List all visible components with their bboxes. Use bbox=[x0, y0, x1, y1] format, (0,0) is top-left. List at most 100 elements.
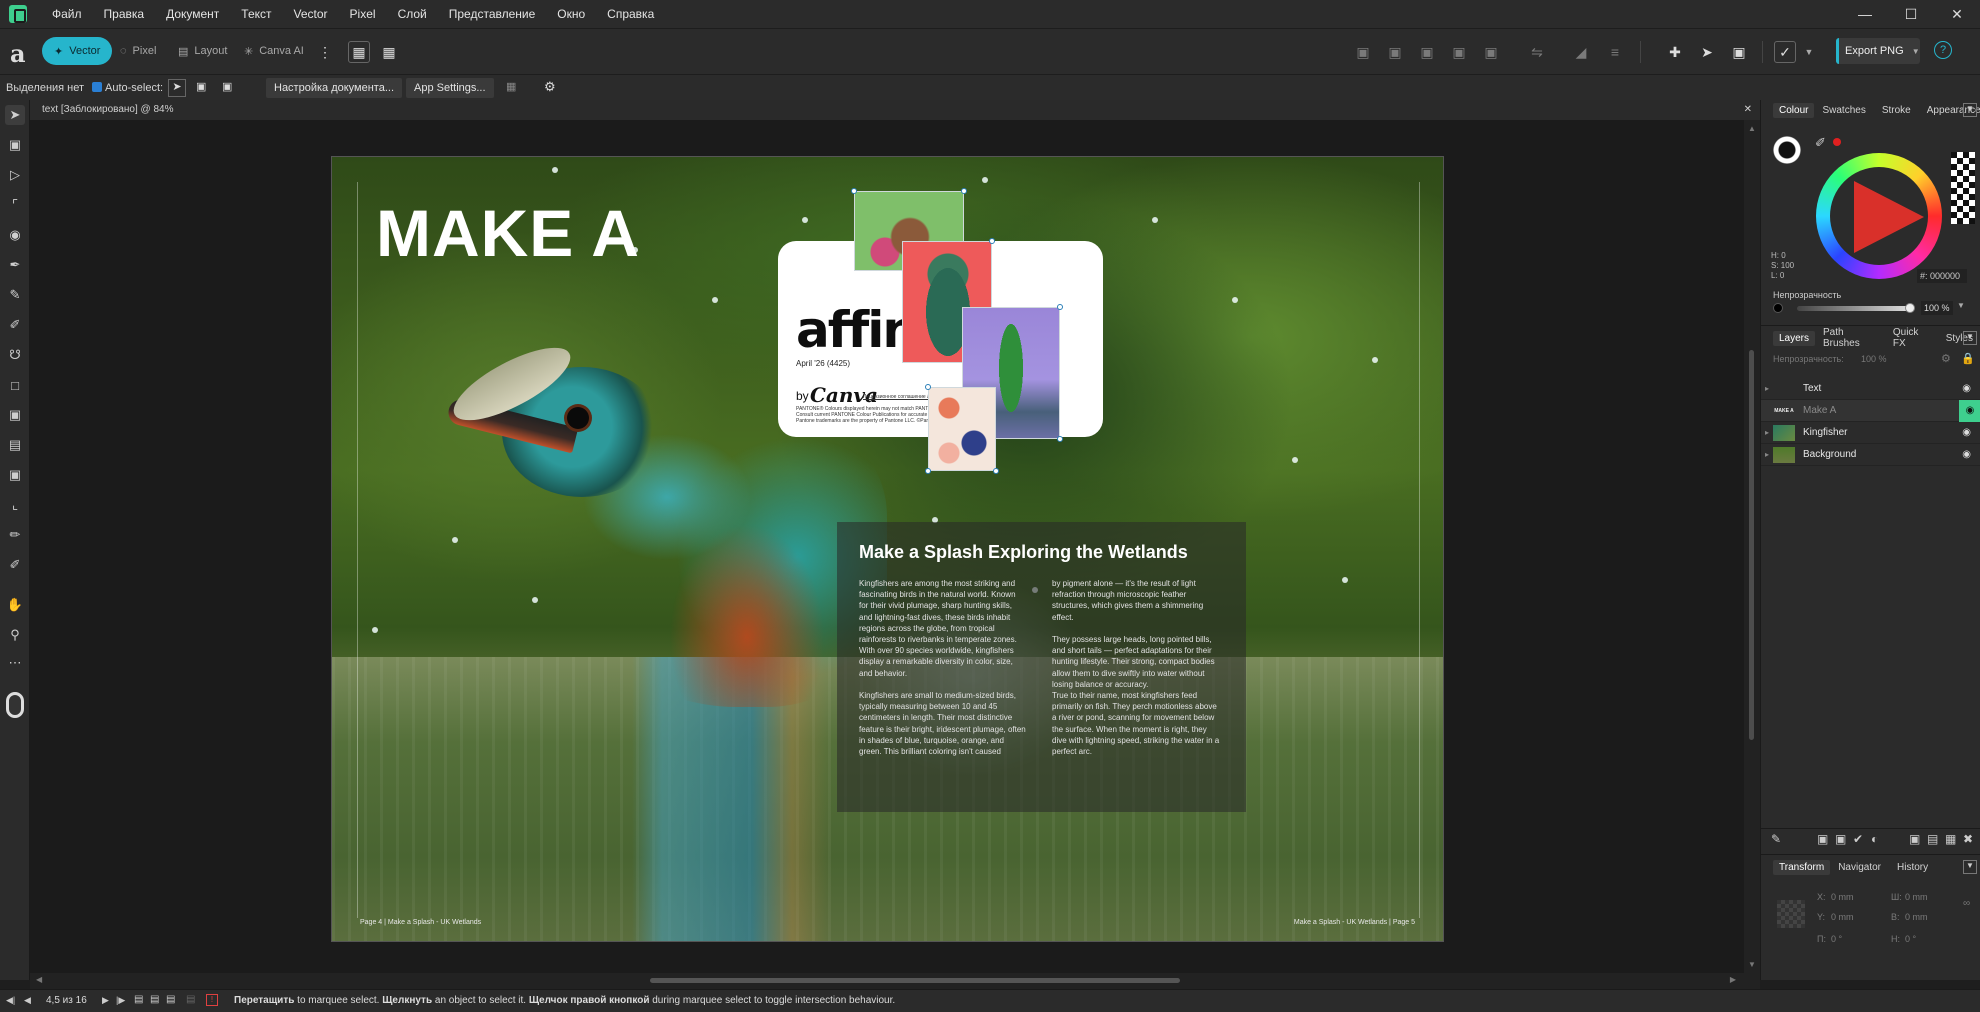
layer-opacity-value[interactable]: 100 % bbox=[1861, 354, 1887, 364]
export-png-button[interactable]: Export PNG ▼ bbox=[1836, 38, 1920, 64]
document-setup-button[interactable]: Настройка документа... bbox=[266, 78, 403, 98]
boolean-subtract-icon[interactable]: ▣ bbox=[1384, 41, 1406, 63]
hex-input[interactable]: #: 000000 bbox=[1917, 269, 1967, 283]
layer-row[interactable]: ▸ Kingfisher ◉ bbox=[1761, 422, 1980, 444]
hsl-colour-wheel[interactable] bbox=[1816, 153, 1942, 279]
adjustment-icon[interactable]: ▣ bbox=[1817, 832, 1828, 846]
chevron-down-icon[interactable]: ▼ bbox=[1957, 301, 1965, 310]
grid-icon[interactable]: ▦ bbox=[378, 41, 400, 63]
page-add-icon[interactable]: ▤ bbox=[134, 994, 143, 1005]
opacity-slider-handle[interactable] bbox=[1905, 303, 1915, 313]
assets-icon[interactable]: ▦ bbox=[348, 41, 370, 63]
panel-menu-icon[interactable]: ▼ bbox=[1963, 331, 1977, 345]
opacity-input[interactable]: 100 % bbox=[1921, 301, 1953, 315]
shear-input[interactable]: 0 ° bbox=[1905, 934, 1916, 948]
pen-tool-icon[interactable]: ✒ bbox=[5, 255, 25, 275]
eyedropper-icon[interactable]: ✐ bbox=[1815, 135, 1826, 151]
tab-transform[interactable]: Transform bbox=[1773, 859, 1831, 875]
menu-edit[interactable]: Правка bbox=[93, 0, 156, 28]
scroll-left-icon[interactable]: ◀ bbox=[36, 975, 42, 984]
corner-tool-icon[interactable]: ⌜ bbox=[5, 195, 25, 215]
selection-handle[interactable] bbox=[925, 468, 931, 474]
help-icon[interactable]: ? bbox=[1934, 41, 1952, 59]
document-tab[interactable]: text [Заблокировано] @ 84% ✕ bbox=[30, 100, 1760, 120]
studio-logo-icon[interactable]: a bbox=[10, 39, 26, 68]
expand-arrow-icon[interactable]: ▸ bbox=[1765, 384, 1769, 393]
tab-swatches[interactable]: Swatches bbox=[1814, 105, 1873, 116]
shape-builder-icon[interactable]: ◉ bbox=[5, 225, 25, 245]
recent-swatches[interactable] bbox=[1951, 152, 1975, 224]
boolean-xor-icon[interactable]: ▣ bbox=[1448, 41, 1470, 63]
selection-handle[interactable] bbox=[851, 188, 857, 194]
more-vertical-icon[interactable]: ⋮ bbox=[314, 41, 336, 63]
expand-arrow-icon[interactable]: ▸ bbox=[1765, 428, 1769, 437]
group-icon[interactable]: ▤ bbox=[1927, 832, 1938, 846]
layer-options-icon[interactable]: ✎ bbox=[1771, 832, 1781, 846]
close-icon[interactable]: ✕ bbox=[1934, 0, 1980, 28]
horizontal-scrollbar[interactable]: ◀ ▶ bbox=[30, 973, 1760, 989]
selection-handle[interactable] bbox=[989, 238, 995, 244]
last-page-icon[interactable]: |▶ bbox=[116, 995, 125, 1006]
menu-layer[interactable]: Слой bbox=[387, 0, 438, 28]
anchor-selector[interactable] bbox=[1777, 900, 1805, 928]
thumbnail-pattern[interactable] bbox=[928, 387, 996, 471]
visibility-eye-icon[interactable]: ◉ bbox=[1962, 427, 1971, 438]
fill-stroke-icon[interactable] bbox=[1773, 136, 1801, 164]
move-tool-icon[interactable]: ➤ bbox=[5, 105, 25, 125]
chevron-down-icon[interactable]: ▼ bbox=[1798, 41, 1820, 63]
headline-make-a[interactable]: MAKE A bbox=[376, 195, 640, 271]
arrange-icon[interactable]: ▣ bbox=[1728, 41, 1750, 63]
tab-stroke[interactable]: Stroke bbox=[1874, 105, 1919, 116]
article-text-frame[interactable]: Make a Splash Exploring the Wetlands Kin… bbox=[837, 522, 1246, 812]
close-document-icon[interactable]: ✕ bbox=[1744, 100, 1752, 120]
selection-handle[interactable] bbox=[925, 384, 931, 390]
node-tool-icon[interactable]: ▷ bbox=[5, 165, 25, 185]
visibility-eye-icon[interactable]: ◉ bbox=[1962, 383, 1971, 394]
zoom-tool-icon[interactable]: ⚲ bbox=[5, 625, 25, 645]
select-mode-icon[interactable]: ➤ bbox=[168, 79, 186, 97]
height-input[interactable]: 0 mm bbox=[1905, 912, 1928, 926]
menu-vector[interactable]: Vector bbox=[283, 0, 339, 28]
minimize-icon[interactable]: — bbox=[1842, 0, 1888, 28]
boolean-add-icon[interactable]: ▣ bbox=[1352, 41, 1374, 63]
visibility-eye-icon[interactable]: ◉ bbox=[1959, 399, 1980, 422]
selection-handle[interactable] bbox=[961, 188, 967, 194]
tab-history[interactable]: History bbox=[1889, 862, 1936, 873]
panel-menu-icon[interactable]: ▼ bbox=[1963, 860, 1977, 874]
width-input[interactable]: 0 mm bbox=[1905, 892, 1928, 906]
persona-pixel-button[interactable]: ◌ Pixel bbox=[108, 37, 168, 65]
next-page-icon[interactable]: ▶ bbox=[102, 995, 109, 1006]
scroll-right-icon[interactable]: ▶ bbox=[1730, 975, 1736, 984]
transform-origin-icon[interactable]: ✚ bbox=[1664, 41, 1686, 63]
boolean-divide-icon[interactable]: ▣ bbox=[1480, 41, 1502, 63]
vertical-scrollbar[interactable]: ▲ ▼ bbox=[1744, 120, 1760, 973]
autoselect-checkbox[interactable] bbox=[92, 82, 102, 92]
more-tools-icon[interactable]: ⋯ bbox=[5, 653, 25, 673]
opacity-slider[interactable] bbox=[1797, 306, 1909, 311]
gear-icon[interactable]: ⚙ bbox=[544, 79, 556, 95]
x-input[interactable]: 0 mm bbox=[1831, 892, 1854, 906]
horizontal-scroll-thumb[interactable] bbox=[650, 978, 1180, 983]
crop-tool-icon[interactable]: ⌞ bbox=[5, 495, 25, 515]
flip-icon[interactable]: ◢ bbox=[1570, 41, 1592, 63]
menu-view[interactable]: Представление bbox=[438, 0, 547, 28]
ruler-tool-icon[interactable]: ✏ bbox=[5, 525, 25, 545]
panel-menu-icon[interactable]: ▼ bbox=[1963, 103, 1977, 117]
menu-help[interactable]: Справка bbox=[596, 0, 665, 28]
select-group-icon[interactable]: ▣ bbox=[196, 80, 206, 93]
layer-row-selected[interactable]: MAKE A Make A ◉ bbox=[1761, 399, 1980, 422]
table-tool-icon[interactable]: ▤ bbox=[5, 435, 25, 455]
expand-arrow-icon[interactable]: ▸ bbox=[1765, 450, 1769, 459]
visibility-eye-icon[interactable]: ◉ bbox=[1962, 449, 1971, 460]
lock-icon[interactable]: 🔒 bbox=[1961, 352, 1975, 365]
persona-vector-button[interactable]: ✦ Vector bbox=[42, 37, 113, 65]
fill-tool-icon[interactable]: ☋ bbox=[5, 345, 25, 365]
selection-handle[interactable] bbox=[993, 468, 999, 474]
vector-brush-icon[interactable]: ✐ bbox=[5, 315, 25, 335]
rotation-input[interactable]: 0 ° bbox=[1831, 934, 1842, 948]
maximize-icon[interactable]: ☐ bbox=[1888, 0, 1934, 28]
layer-row[interactable]: ▸ Text ◉ bbox=[1761, 378, 1980, 400]
tab-navigator[interactable]: Navigator bbox=[1830, 862, 1889, 873]
layer-settings-icon[interactable]: ⚙ bbox=[1941, 352, 1951, 365]
menu-document[interactable]: Документ bbox=[155, 0, 230, 28]
